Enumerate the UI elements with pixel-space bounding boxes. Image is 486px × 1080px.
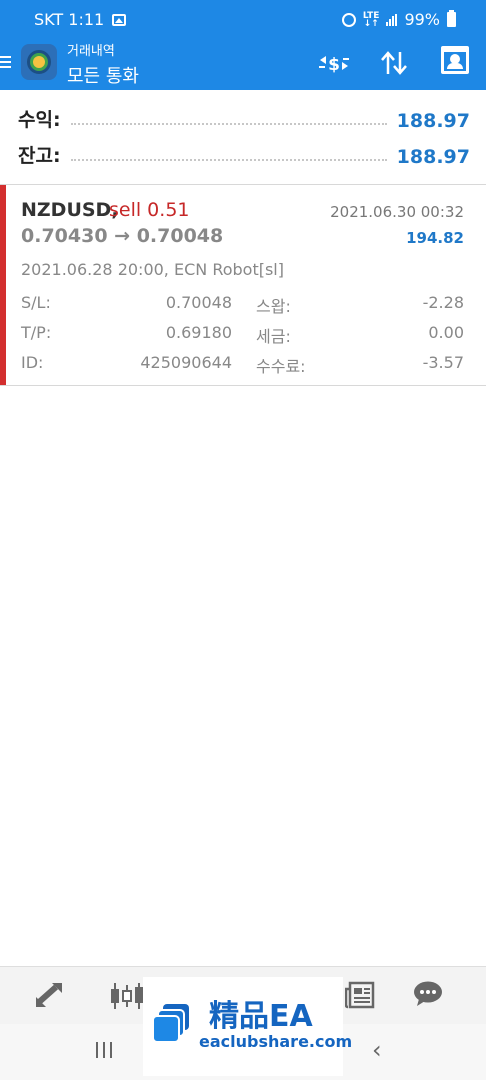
swap-value: -2.28: [422, 293, 464, 312]
profit-value: 188.97: [396, 110, 470, 132]
balance-label: 잔고:: [18, 145, 61, 167]
news-icon[interactable]: [345, 981, 375, 1009]
deal-divider: [0, 385, 486, 386]
calendar-icon[interactable]: [441, 46, 469, 74]
tp-value: 0.69180: [165, 323, 232, 342]
menu-icon[interactable]: [0, 53, 12, 73]
deal-symbol: NZDUSD,: [21, 199, 119, 221]
lte-indicator: LTE ↓↑: [362, 10, 380, 29]
commission-label: 수수료:: [256, 357, 306, 376]
app-bar: 거래내역 모든 통화 $: [0, 40, 486, 90]
trade-icon[interactable]: [34, 981, 64, 1009]
back-icon[interactable]: ‹: [372, 1036, 382, 1064]
profit-row: 수익: 188.97: [18, 104, 470, 132]
watermark-url: eaclubshare.com: [199, 1032, 353, 1051]
deal-type: sell 0.51: [109, 199, 190, 221]
recent-apps-icon[interactable]: [96, 1042, 112, 1058]
dotted-leader: [70, 159, 387, 161]
screen-title[interactable]: 모든 통화: [67, 62, 139, 88]
watermark-title: 精品EA: [209, 999, 313, 1034]
carrier-time: SKT 1:11: [34, 10, 105, 29]
id-value: 425090644: [140, 353, 232, 372]
battery-icon: [447, 10, 456, 27]
status-bar: SKT 1:11 LTE ↓↑ 99%: [0, 0, 486, 40]
balance-row: 잔고: 188.97: [18, 140, 470, 168]
chat-icon[interactable]: [413, 981, 443, 1007]
profit-label: 수익:: [18, 109, 61, 131]
signal-icon: [386, 13, 398, 26]
swap-label: 스왑:: [256, 297, 291, 316]
deal-close-time: 2021.06.30 00:32: [330, 203, 464, 221]
sell-indicator-bar: [0, 185, 6, 385]
status-right: LTE ↓↑ 99%: [341, 10, 456, 29]
deal-profit: 194.82: [406, 229, 464, 247]
alarm-icon: [341, 12, 356, 27]
deal-open-info: 2021.06.28 20:00, ECN Robot[sl]: [21, 260, 284, 279]
gallery-icon: [112, 13, 127, 26]
deal-prices: 0.70430 → 0.70048: [21, 225, 224, 247]
svg-text:$: $: [328, 55, 340, 75]
app-logo[interactable]: [21, 44, 57, 80]
sl-value: 0.70048: [165, 293, 232, 312]
deal-item[interactable]: NZDUSD, sell 0.51 2021.06.30 00:32 0.704…: [0, 185, 486, 385]
sl-label: S/L:: [21, 293, 51, 312]
chart-icon[interactable]: [110, 981, 144, 1011]
tax-label: 세금:: [256, 327, 291, 346]
currency-swap-icon[interactable]: $: [316, 48, 352, 78]
id-label: ID:: [21, 353, 44, 372]
sort-icon[interactable]: [378, 48, 410, 78]
dotted-leader: [70, 123, 387, 125]
tax-value: 0.00: [428, 323, 464, 342]
battery-percent: 99%: [404, 10, 440, 29]
watermark-logo: [152, 1004, 189, 1043]
commission-value: -3.57: [422, 353, 464, 372]
watermark-overlay: 精品EA eaclubshare.com: [143, 977, 352, 1076]
screen-subtitle: 거래내역: [67, 44, 115, 59]
status-left: SKT 1:11: [34, 10, 127, 29]
balance-value: 188.97: [396, 146, 470, 168]
tp-label: T/P:: [21, 323, 52, 342]
